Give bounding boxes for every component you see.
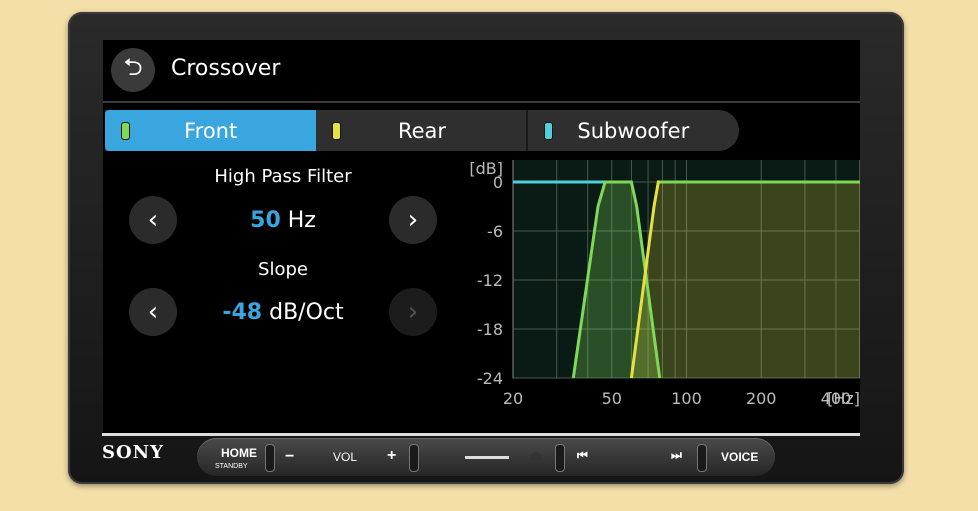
- slope-unit: dB/Oct: [269, 300, 344, 325]
- tab-front[interactable]: Front: [105, 110, 317, 151]
- hpf-increase-button[interactable]: ›: [389, 196, 437, 244]
- page-title: Crossover: [171, 56, 281, 81]
- chevron-left-icon: ‹: [147, 297, 159, 327]
- next-track-button[interactable]: ⏭: [671, 448, 682, 463]
- brand-logo: SONY: [102, 442, 164, 463]
- chart-fills: [573, 182, 860, 378]
- bezel-divider: [102, 433, 860, 436]
- divider-knob: [555, 444, 565, 472]
- divider-knob: [409, 444, 419, 472]
- slope-increase-button[interactable]: ›: [389, 288, 437, 336]
- x-tick-label: 100: [671, 389, 702, 408]
- chevron-right-icon: ›: [407, 297, 419, 327]
- tab-label: Front: [184, 118, 238, 143]
- chevron-right-icon: ›: [407, 205, 419, 235]
- y-tick-label: -18: [477, 320, 503, 339]
- chevron-left-icon: ‹: [147, 205, 159, 235]
- x-axis-unit: [Hz]: [827, 389, 860, 408]
- voice-button[interactable]: VOICE: [721, 450, 758, 464]
- slope-number: -48: [222, 300, 263, 325]
- prev-track-button[interactable]: ⏮: [577, 448, 588, 463]
- y-axis-label: [dB]: [469, 160, 503, 178]
- divider: [103, 101, 860, 103]
- slope-label: Slope: [258, 259, 308, 280]
- mic-hole-icon: [531, 452, 541, 462]
- crossover-chart: 0-6-12-18-2420 50 100 200 400[dB][Hz]: [469, 160, 860, 408]
- home-button[interactable]: HOME: [221, 446, 257, 460]
- hpf-value: 50 Hz: [183, 208, 383, 233]
- tab-rear[interactable]: Rear: [316, 110, 528, 151]
- back-button[interactable]: ⮌: [111, 48, 155, 92]
- vol-label: VOL: [333, 450, 358, 464]
- y-tick-label: -6: [487, 222, 503, 241]
- vol-plus-button[interactable]: +: [387, 447, 396, 465]
- x-tick-label: 200: [746, 389, 777, 408]
- hpf-unit: Hz: [287, 208, 316, 233]
- tab-label: Rear: [397, 118, 447, 143]
- hpf-label: High Pass Filter: [214, 166, 352, 187]
- divider-knob: [697, 444, 707, 472]
- front-indicator-icon: [121, 122, 130, 140]
- rear-indicator-icon: [332, 122, 342, 140]
- back-arrow-icon: ⮌: [123, 52, 143, 81]
- divider-knob: [265, 444, 275, 472]
- hpf-decrease-button[interactable]: ‹: [129, 196, 177, 244]
- x-tick-label: 50: [602, 389, 622, 408]
- y-tick-label: -24: [477, 369, 503, 388]
- channel-tabs: Front Rear Subwoofer: [105, 110, 739, 151]
- control-bar: HOME STANDBY − VOL + ⏮ ⏭ VOICE: [197, 438, 775, 476]
- tab-subwoofer[interactable]: Subwoofer: [528, 110, 739, 151]
- screen: ⮌ Crossover Front Rear Subwoofer High Pa…: [103, 40, 860, 433]
- x-tick-label: 20: [503, 389, 523, 408]
- vol-minus-button[interactable]: −: [285, 448, 294, 466]
- y-tick-label: -12: [477, 271, 503, 290]
- slope-value: -48 dB/Oct: [183, 300, 383, 325]
- tab-label: Subwoofer: [577, 118, 690, 143]
- mute-bar-icon[interactable]: [465, 456, 509, 459]
- rear-highpass-fill: [631, 182, 860, 378]
- standby-label: STANDBY: [215, 463, 248, 470]
- subwoofer-indicator-icon: [543, 122, 553, 140]
- hpf-number: 50: [250, 208, 281, 233]
- slope-decrease-button[interactable]: ‹: [129, 288, 177, 336]
